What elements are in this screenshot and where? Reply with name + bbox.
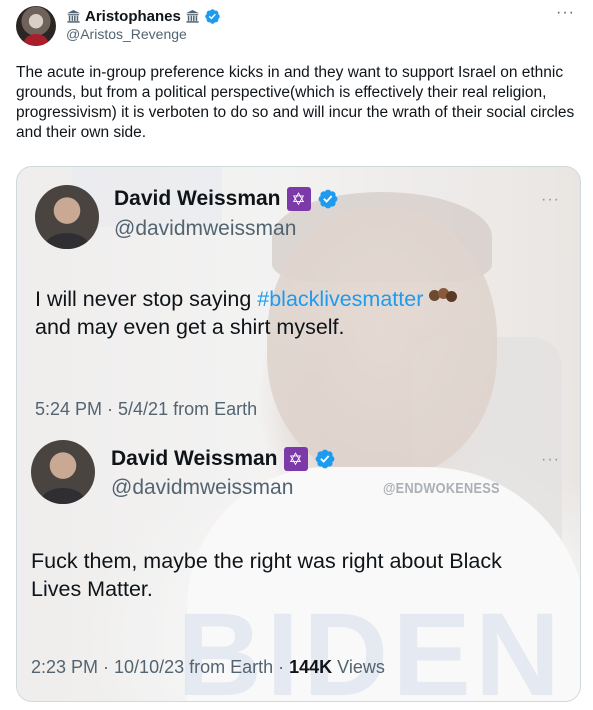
quoted-avatar [31,440,95,504]
views-label: Views [332,657,385,677]
tweet-media-image[interactable]: BIDEN David Weissman ✡ @davidmweissman ·… [16,166,581,702]
verified-badge-icon [205,8,220,24]
quoted-author-name: David Weissman [111,447,278,470]
quoted-avatar [35,185,99,249]
more-options-icon[interactable]: ··· [556,4,575,22]
verified-badge-icon [315,449,334,469]
quoted-meta-prefix: 2:23 PM · 10/10/23 from Earth · [31,657,290,677]
quoted-name-row: David Weissman ✡ [111,447,336,471]
verified-badge-icon [318,189,337,209]
author-name[interactable]: Aristophanes [85,8,181,25]
quoted-tweet-text: Fuck them, maybe the right was right abo… [31,549,502,601]
views-count: 144K [289,657,333,677]
hashtag-link: #blacklivesmatter [257,287,424,311]
quoted-timestamp: 5:24 PM · 5/4/21 from Earth [35,399,258,419]
quoted-author-name: David Weissman [114,187,281,210]
quoted-more-icon: ··· [541,451,560,468]
author-handle[interactable]: @Aristos_Revenge [66,26,187,42]
author-avatar[interactable] [16,6,56,46]
screenshot-overlay [17,167,580,701]
quoted-more-icon: ··· [541,191,560,208]
quoted-text-start: I will never stop saying [35,287,258,311]
star-of-david-icon: ✡ [283,447,308,471]
raised-fist-emoji-icon [429,288,458,308]
author-name-row: Aristophanes [66,6,221,26]
watermark-text: @ENDWOKENESS [383,480,500,497]
quoted-name-row: David Weissman ✡ [114,187,339,211]
classical-building-icon [66,9,81,23]
tweet-text: The acute in-group preference kicks in a… [16,64,575,141]
star-of-david-icon: ✡ [286,187,311,211]
quoted-author-handle: @davidmweissman [111,476,294,499]
quoted-timestamp: 2:23 PM · 10/10/23 from Earth · 144K Vie… [31,657,385,678]
quoted-text-end: and may even get a shirt myself. [35,315,345,339]
classical-building-icon [185,9,199,23]
quoted-author-handle: @davidmweissman [114,217,297,240]
quoted-tweet-text: I will never stop saying #blacklivesmatt… [35,285,575,341]
